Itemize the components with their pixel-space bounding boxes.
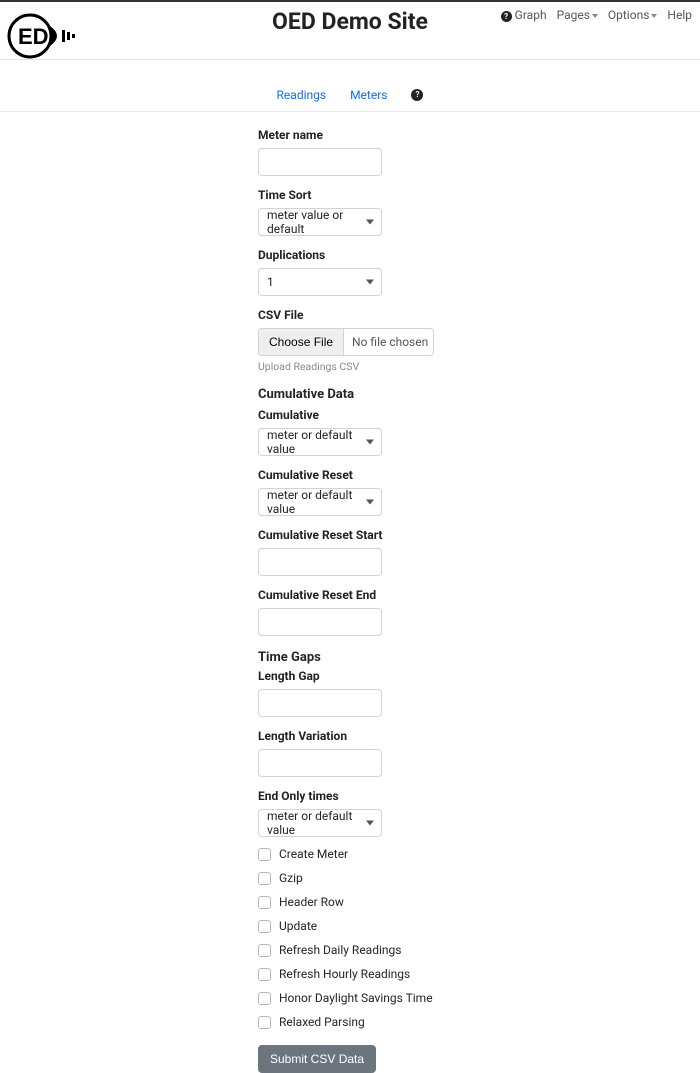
honor-dst-checkbox[interactable] [258, 992, 271, 1005]
cumulative-reset-label: Cumulative Reset [258, 468, 638, 482]
gzip-checkbox[interactable] [258, 872, 271, 885]
create-meter-checkbox[interactable] [258, 848, 271, 861]
meter-name-input[interactable] [258, 148, 382, 176]
refresh-daily-label: Refresh Daily Readings [279, 943, 401, 957]
gzip-label: Gzip [279, 871, 303, 885]
refresh-daily-checkbox[interactable] [258, 944, 271, 957]
length-gap-label: Length Gap [258, 669, 638, 683]
duplications-label: Duplications [258, 248, 638, 262]
nav-links: ?Graph Pages Options Help [501, 8, 692, 22]
cumulative-reset-end-label: Cumulative Reset End [258, 588, 638, 602]
readings-form: Meter name Time Sort meter value or defa… [258, 128, 638, 1073]
meter-name-label: Meter name [258, 128, 638, 142]
chevron-down-icon [592, 14, 598, 18]
csv-file-label: CSV File [258, 308, 638, 322]
header-row-label: Header Row [279, 895, 344, 909]
header-row-checkbox[interactable] [258, 896, 271, 909]
refresh-hourly-checkbox[interactable] [258, 968, 271, 981]
end-only-label: End Only times [258, 789, 638, 803]
nav-pages[interactable]: Pages [557, 8, 598, 22]
update-checkbox[interactable] [258, 920, 271, 933]
choose-file-button[interactable]: Choose File [259, 329, 344, 355]
honor-dst-label: Honor Daylight Savings Time [279, 991, 433, 1005]
file-chosen-text: No file chosen [344, 329, 433, 355]
time-gaps-header: Time Gaps [258, 650, 638, 665]
cumulative-label: Cumulative [258, 408, 638, 422]
cumulative-reset-start-label: Cumulative Reset Start [258, 528, 638, 542]
nav-graph[interactable]: ?Graph [501, 8, 547, 22]
length-gap-input[interactable] [258, 689, 382, 717]
tab-row: Readings Meters ? [0, 78, 700, 112]
refresh-hourly-label: Refresh Hourly Readings [279, 967, 410, 981]
nav-help[interactable]: Help [667, 8, 692, 22]
length-variation-input[interactable] [258, 749, 382, 777]
cumulative-data-header: Cumulative Data [258, 387, 638, 402]
submit-button[interactable]: Submit CSV Data [258, 1045, 376, 1073]
upload-hint: Upload Readings CSV [258, 360, 638, 373]
tab-meters[interactable]: Meters [350, 88, 387, 102]
cumulative-select[interactable]: meter or default value [258, 428, 382, 456]
help-icon[interactable]: ? [411, 89, 423, 101]
site-title: OED Demo Site [272, 8, 428, 35]
cumulative-reset-start-input[interactable] [258, 548, 382, 576]
update-label: Update [279, 919, 317, 933]
time-sort-select[interactable]: meter value or default [258, 208, 382, 236]
oed-logo: ED [6, 12, 86, 64]
help-icon: ? [501, 11, 512, 22]
cumulative-reset-end-input[interactable] [258, 608, 382, 636]
time-sort-label: Time Sort [258, 188, 638, 202]
relaxed-parsing-label: Relaxed Parsing [279, 1015, 365, 1029]
create-meter-label: Create Meter [279, 847, 348, 861]
tab-readings[interactable]: Readings [277, 88, 327, 102]
end-only-select[interactable]: meter or default value [258, 809, 382, 837]
csv-file-input[interactable]: Choose File No file chosen [258, 328, 434, 356]
length-variation-label: Length Variation [258, 729, 638, 743]
nav-options[interactable]: Options [608, 8, 658, 22]
cumulative-reset-select[interactable]: meter or default value [258, 488, 382, 516]
top-bar: ED OED Demo Site ?Graph Pages Options He… [0, 0, 700, 60]
duplications-select[interactable]: 1 [258, 268, 382, 296]
relaxed-parsing-checkbox[interactable] [258, 1016, 271, 1029]
svg-text:ED: ED [18, 24, 49, 49]
chevron-down-icon [651, 14, 657, 18]
